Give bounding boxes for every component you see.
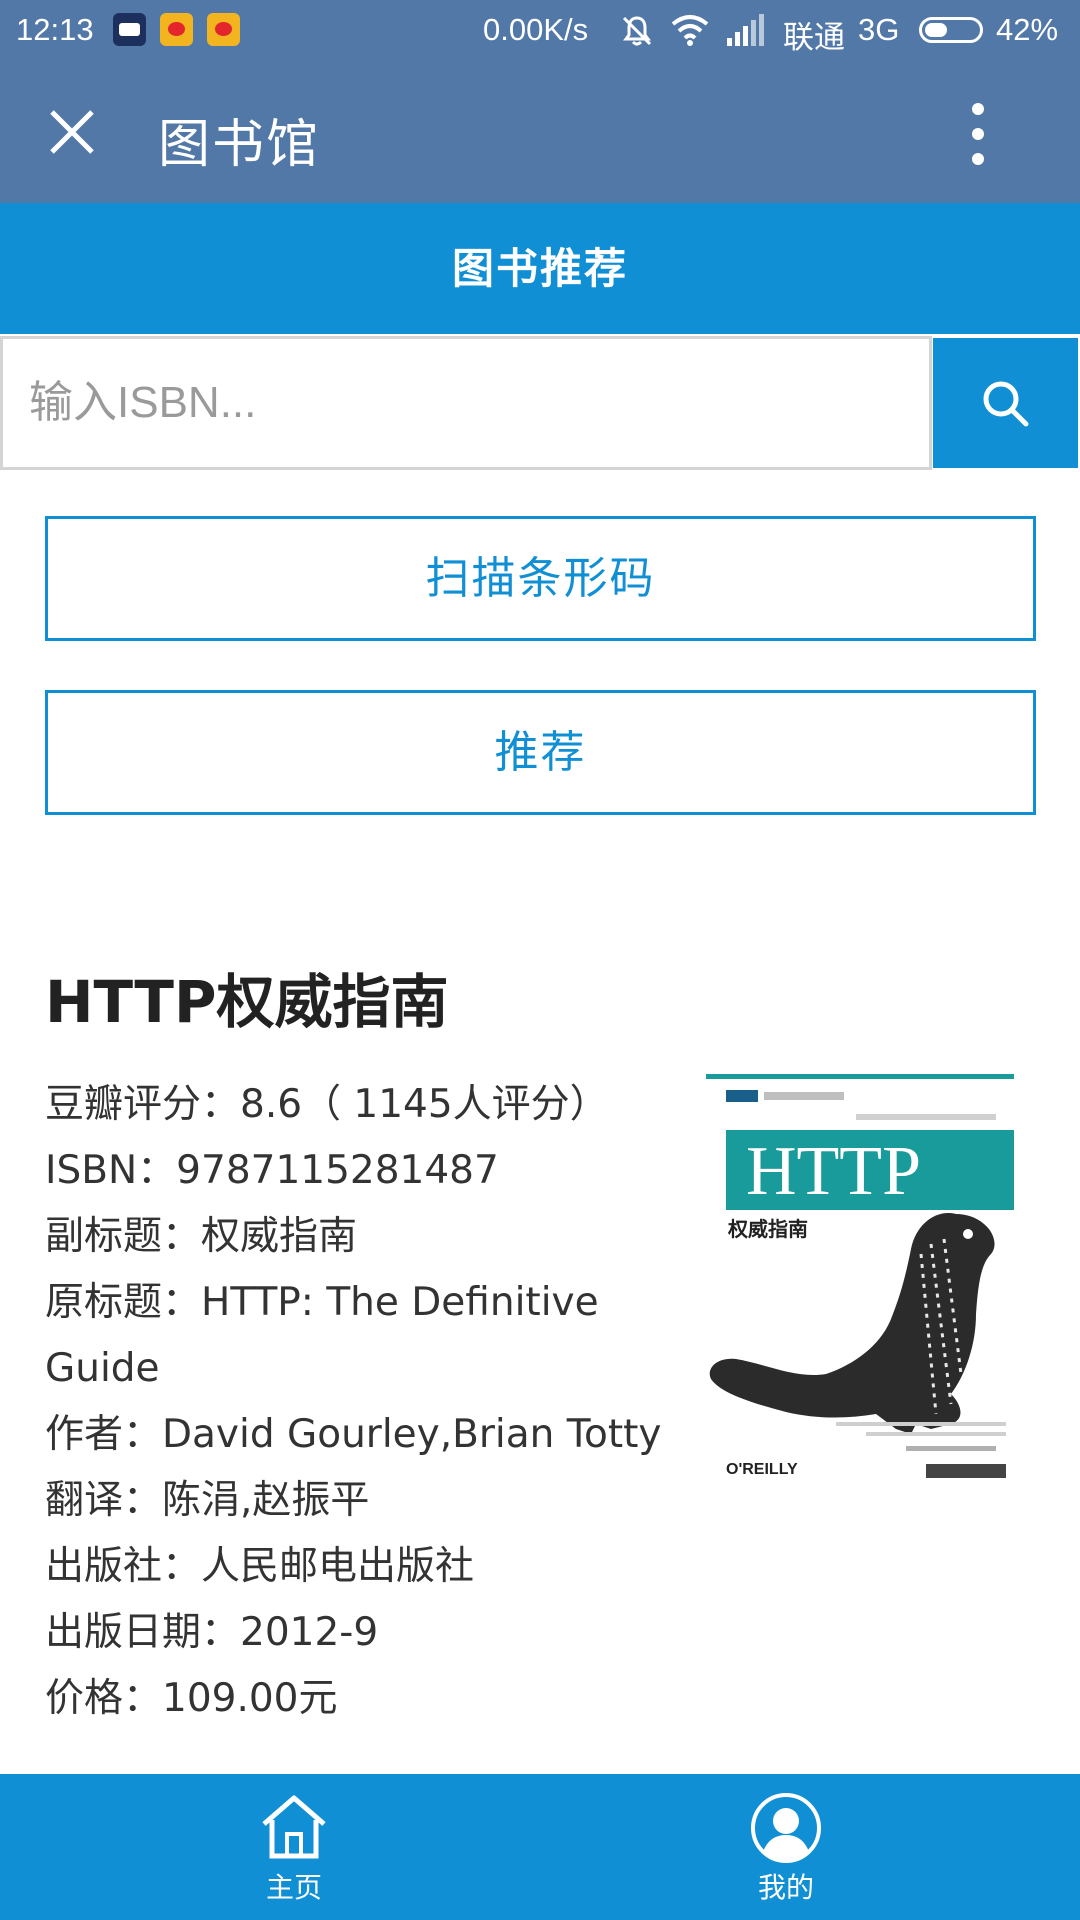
bottom-tab-bar: 主页 我的 [0, 1774, 1080, 1920]
signal-icon [727, 14, 764, 46]
status-time: 12:13 [16, 12, 94, 47]
book-original-title: 原标题：HTTP: The Definitive Guide [45, 1280, 599, 1391]
battery-percent: 42% [996, 12, 1059, 47]
book-isbn: ISBN：9787115281487 [45, 1148, 499, 1193]
book-rating: 豆瓣评分：8.6（ 1145人评分） [45, 1082, 609, 1127]
close-icon[interactable] [48, 108, 96, 156]
wifi-icon [671, 15, 709, 46]
mute-icon [622, 16, 652, 46]
tab-me-label: 我的 [757, 1871, 814, 1904]
title-bar: 图书馆 [0, 62, 1080, 203]
network-speed: 0.00K/s [483, 12, 589, 47]
book-cover-image: HTTP 权威指南 O'REILLY [706, 1074, 1014, 1496]
cover-publisher: O'REILLY [726, 1461, 798, 1478]
book-publish-date: 出版日期：2012-9 [45, 1610, 379, 1655]
page: 12:13 0.00K/s 联通 3G 42% 图书馆 图书推荐 输入ISBN.… [0, 0, 1080, 1920]
page-header: 图书推荐 [0, 203, 1080, 334]
weibo-icon [207, 13, 240, 46]
home-icon [262, 1795, 326, 1859]
book-price: 价格：109.00元 [45, 1676, 338, 1721]
search-icon [983, 381, 1029, 427]
book-title: HTTP权威指南 [45, 968, 449, 1036]
book-subtitle: 副标题：权威指南 [45, 1214, 358, 1259]
book-publisher: 出版社：人民邮电出版社 [45, 1544, 475, 1589]
tab-home-label: 主页 [265, 1871, 322, 1904]
page-title: 图书推荐 [451, 244, 628, 293]
isbn-search-input[interactable] [0, 336, 932, 470]
carrier-name: 联通 [783, 20, 845, 55]
app-title: 图书馆 [158, 115, 321, 175]
network-type: 3G [858, 12, 900, 47]
cover-subtitle: 权威指南 [727, 1217, 808, 1241]
status-bar: 12:13 0.00K/s 联通 3G 42% [0, 0, 1080, 62]
notification-app-icon [113, 13, 146, 46]
tab-me[interactable]: 我的 [686, 1774, 886, 1920]
weibo-icon [160, 13, 193, 46]
book-translator: 翻译：陈涓,赵振平 [45, 1478, 370, 1523]
book-author: 作者：David Gourley,Brian Totty [45, 1412, 662, 1457]
battery-icon [919, 17, 983, 43]
tab-home[interactable]: 主页 [194, 1774, 394, 1920]
book-details: 豆瓣评分：8.6（ 1145人评分） ISBN：9787115281487 副标… [45, 1072, 665, 1732]
search-button[interactable] [933, 338, 1078, 468]
cover-title: HTTP [746, 1133, 921, 1210]
battery-fill [925, 23, 947, 37]
more-vertical-icon[interactable] [966, 102, 990, 166]
book-cover-art: HTTP 权威指南 O'REILLY [706, 1074, 1014, 1496]
user-avatar-icon [751, 1793, 821, 1863]
scan-barcode-button[interactable]: 扫描条形码 [45, 516, 1036, 641]
recommend-button[interactable]: 推荐 [45, 690, 1036, 815]
